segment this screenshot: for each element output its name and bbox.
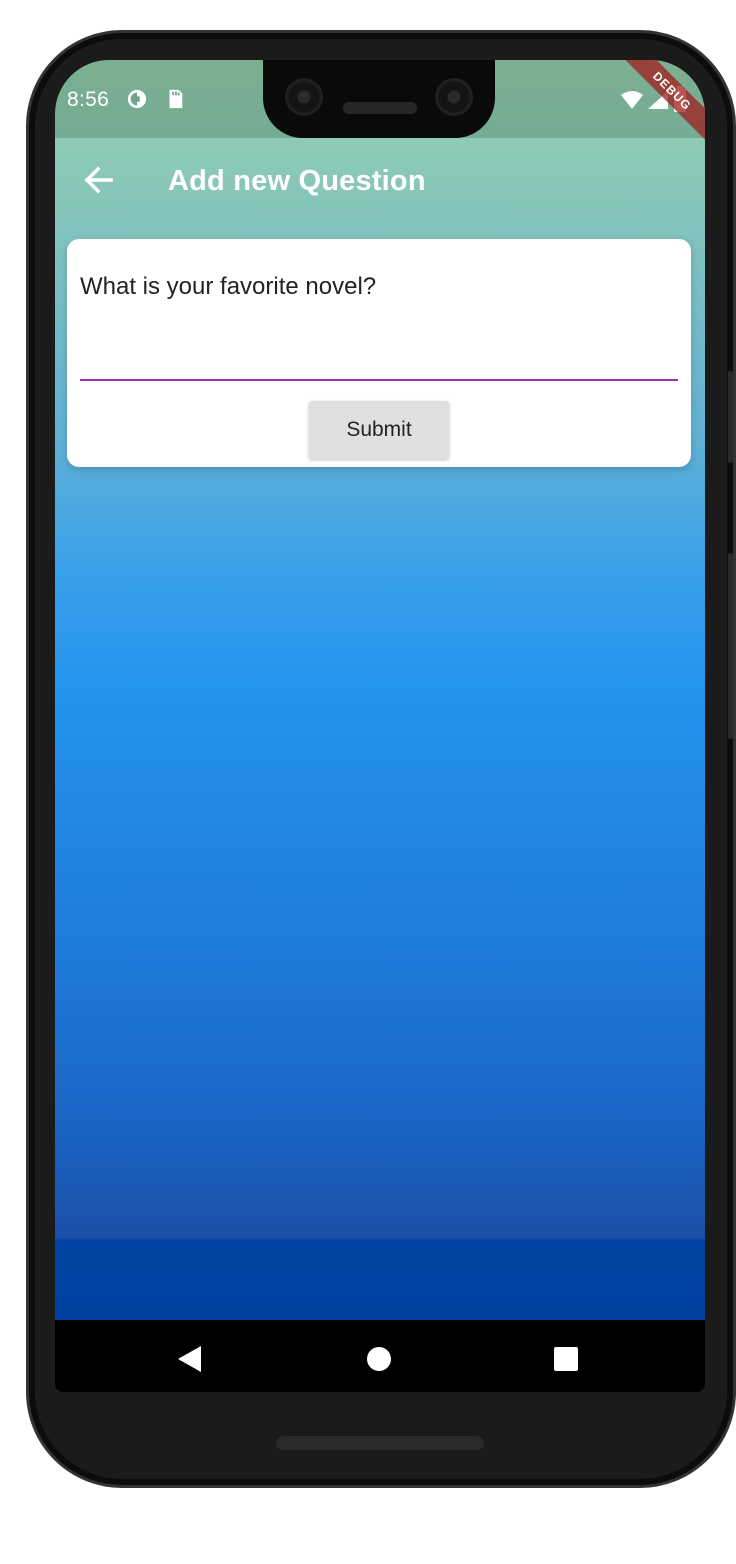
system-nav-bar — [55, 1320, 705, 1392]
status-time: 8:56 — [67, 88, 110, 111]
recents-square-icon[interactable] — [549, 1342, 583, 1376]
back-triangle-icon[interactable] — [173, 1342, 207, 1376]
submit-button[interactable]: Submit — [309, 401, 449, 459]
camera-notch — [263, 60, 495, 138]
app-bar: Add new Question — [55, 138, 705, 228]
front-camera-left — [285, 78, 323, 116]
screen: 8:56 DEBUG Add new Question What is your… — [55, 60, 705, 1392]
arrow-back-icon[interactable] — [77, 158, 121, 202]
question-card: What is your favorite novel? Submit — [67, 239, 691, 467]
sd-card-icon — [169, 89, 183, 109]
status-bar: 8:56 DEBUG — [55, 60, 705, 152]
bottom-speaker-grille — [276, 1436, 484, 1450]
wifi-icon — [621, 91, 643, 109]
question-input-value: What is your favorite novel? — [80, 273, 377, 300]
power-button — [728, 371, 733, 463]
volume-button — [728, 553, 733, 739]
earpiece-speaker — [343, 102, 417, 114]
data-saver-icon — [127, 89, 147, 109]
page-title: Add new Question — [168, 165, 426, 197]
question-input[interactable]: What is your favorite novel? — [80, 267, 678, 381]
home-circle-icon[interactable] — [362, 1342, 396, 1376]
front-camera-right — [435, 78, 473, 116]
